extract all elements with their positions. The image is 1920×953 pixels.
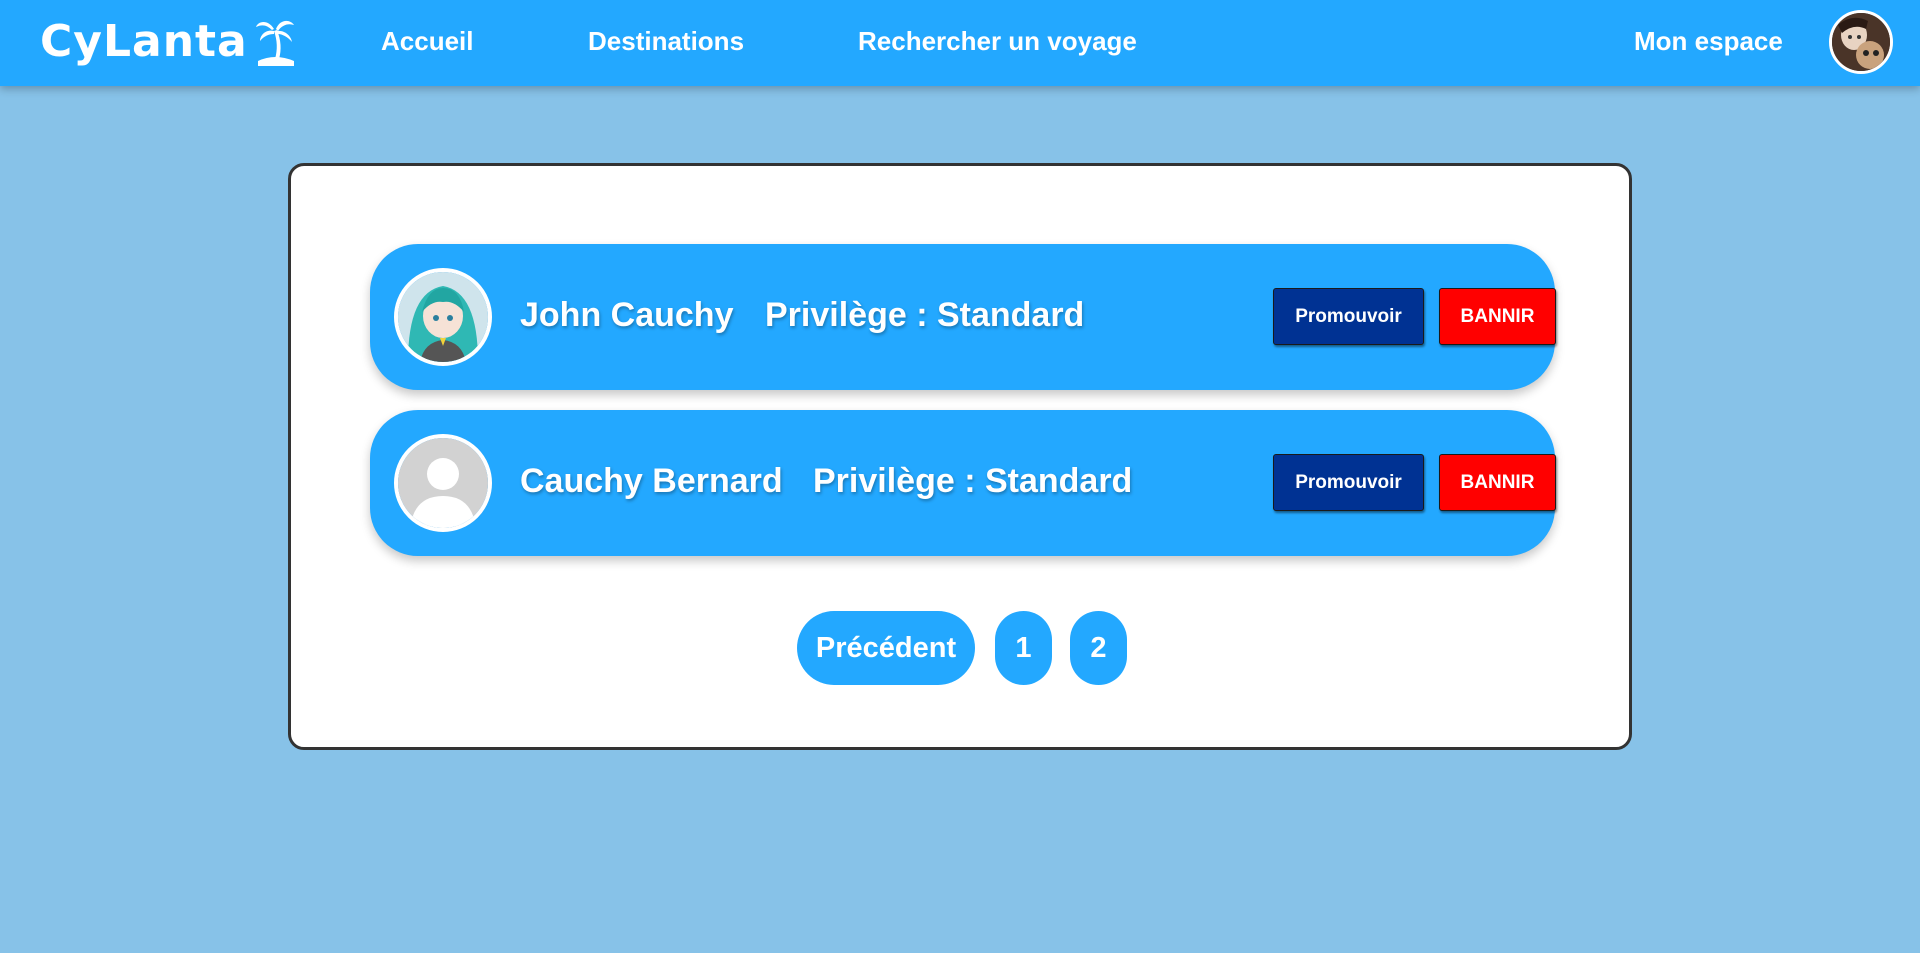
nav-link-accueil[interactable]: Accueil bbox=[381, 26, 474, 57]
user-profile-avatar[interactable] bbox=[1829, 10, 1893, 74]
palm-tree-island-icon bbox=[255, 20, 294, 66]
nav-link-destinations[interactable]: Destinations bbox=[588, 26, 744, 57]
promote-button[interactable]: Promouvoir bbox=[1273, 288, 1424, 345]
user-name: Cauchy Bernard bbox=[520, 462, 783, 500]
user-avatar bbox=[394, 268, 492, 366]
user-privilege: Privilège : Standard bbox=[765, 296, 1085, 334]
ban-button[interactable]: BANNIR bbox=[1439, 288, 1556, 345]
user-row: Cauchy Bernard Privilège : Standard Prom… bbox=[370, 410, 1556, 556]
users-admin-card: John Cauchy Privilège : Standard Promouv… bbox=[288, 163, 1632, 750]
top-navbar: CyLanta Accueil Destinations Rechercher … bbox=[0, 0, 1920, 86]
user-avatar bbox=[394, 434, 492, 532]
user-privilege: Privilège : Standard bbox=[813, 462, 1133, 500]
nav-link-mon-espace[interactable]: Mon espace bbox=[1634, 26, 1783, 57]
default-user-avatar-icon bbox=[398, 438, 488, 528]
page-1-button[interactable]: 1 bbox=[995, 611, 1052, 685]
user-row: John Cauchy Privilège : Standard Promouv… bbox=[370, 244, 1556, 390]
page-2-button[interactable]: 2 bbox=[1070, 611, 1127, 685]
site-logo[interactable]: CyLanta bbox=[40, 16, 296, 67]
logo-text: CyLanta bbox=[40, 16, 248, 67]
ban-button[interactable]: BANNIR bbox=[1439, 454, 1556, 511]
user-name: John Cauchy bbox=[520, 296, 734, 334]
previous-page-button[interactable]: Précédent bbox=[797, 611, 975, 685]
nav-link-rechercher-voyage[interactable]: Rechercher un voyage bbox=[858, 26, 1137, 57]
promote-button[interactable]: Promouvoir bbox=[1273, 454, 1424, 511]
profile-photo-icon bbox=[1832, 13, 1890, 71]
anime-character-avatar-icon bbox=[398, 272, 488, 362]
